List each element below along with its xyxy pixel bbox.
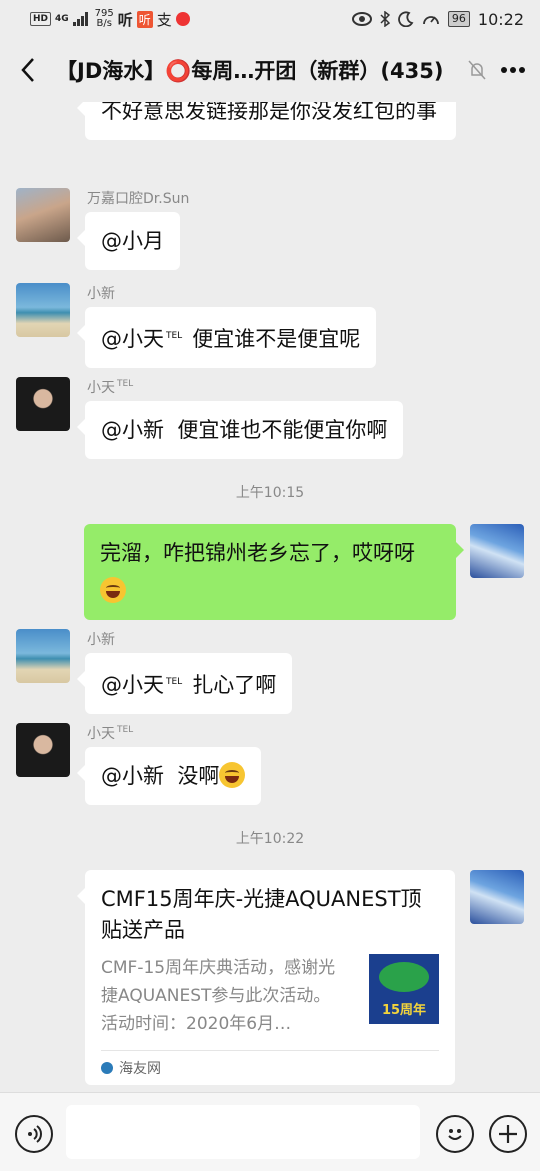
- voice-button[interactable]: [15, 1115, 53, 1153]
- message-text: 扎心了啊: [192, 673, 277, 697]
- avatar[interactable]: [470, 870, 524, 924]
- tel-superscript: TEL: [166, 331, 183, 341]
- bluetooth-icon: [380, 11, 390, 27]
- speedometer-icon: [422, 16, 439, 25]
- laughing-crying-emoji-icon: [219, 762, 246, 788]
- hd-badge: HD: [30, 12, 52, 26]
- message-bubble[interactable]: @小天 TEL 便宜谁不是便宜呢: [76, 307, 377, 368]
- chat-message-list[interactable]: 不好意思发链接那是你没发红包的事 万嘉口腔Dr.Sun @小月 小新 @小天 TE…: [0, 102, 540, 1092]
- tel-superscript: TEL: [166, 677, 183, 687]
- plus-icon: [499, 1125, 517, 1143]
- chat-title: 【JD海水】⭕每周…开团（新群）(435): [56, 59, 444, 83]
- message-bubble[interactable]: @小月: [77, 212, 180, 270]
- back-button[interactable]: [0, 38, 56, 102]
- avatar[interactable]: [16, 723, 70, 777]
- timestamp: 上午10:15: [235, 485, 305, 501]
- message-input[interactable]: [66, 1105, 420, 1159]
- more-button[interactable]: [489, 1115, 527, 1153]
- listen-red-icon: 听: [136, 10, 153, 28]
- avatar[interactable]: [16, 283, 70, 337]
- record-icon: [175, 12, 190, 26]
- source-logo-icon: [101, 1062, 113, 1074]
- message-bubble[interactable]: @小新 没啊: [76, 747, 262, 805]
- voice-icon: [28, 1125, 42, 1143]
- signal-label: 4G: [55, 14, 69, 24]
- message-bubble[interactable]: 完溜，咋把锦州老乡忘了，哎呀呀: [84, 524, 464, 620]
- timestamp: 上午10:22: [235, 831, 305, 847]
- card-thumbnail: 15周年: [369, 954, 439, 1024]
- message-text: 便宜谁不是便宜呢: [192, 327, 361, 351]
- eye-icon: [351, 12, 372, 26]
- sender-name: 小新: [87, 632, 115, 648]
- network-speed: 795 B/s: [94, 8, 114, 29]
- avatar[interactable]: [16, 188, 70, 242]
- chat-header: 【JD海水】⭕每周…开团（新群）(435): [0, 38, 540, 102]
- input-bar: [0, 1092, 540, 1171]
- sender-name: 小天 TEL: [87, 379, 134, 396]
- link-card[interactable]: CMF15周年庆-光捷AQUANEST顶贴送产品 CMF-15周年庆典活动，感谢…: [77, 870, 455, 1085]
- sender-name: 万嘉口腔Dr.Sun: [87, 191, 190, 207]
- emoji-button[interactable]: [436, 1115, 474, 1153]
- message-text: @小新 没啊: [101, 764, 220, 788]
- status-bar: HD 4G 795 B/s 听 听 支 96 10:22: [0, 0, 540, 38]
- clock: 10:22: [477, 9, 524, 29]
- message-bubble[interactable]: @小天 TEL 扎心了啊: [76, 653, 293, 714]
- card-source: 海友网: [101, 1050, 439, 1085]
- card-description: CMF-15周年庆典活动，感谢光捷AQUANEST参与此次活动。活动时间：202…: [101, 958, 336, 1034]
- moon-icon: [398, 11, 414, 27]
- more-options-icon[interactable]: [500, 66, 526, 74]
- battery-indicator: 96: [447, 11, 470, 27]
- laughing-crying-emoji-icon: [100, 577, 126, 603]
- listen-app-icon: 听: [117, 10, 133, 29]
- back-arrow-icon: [21, 58, 34, 82]
- signal-icon: [72, 12, 88, 26]
- message-bubble[interactable]: @小新 便宜谁也不能便宜你啊: [76, 401, 404, 459]
- smiley-icon: [448, 1129, 462, 1140]
- avatar[interactable]: [16, 377, 70, 431]
- avatar[interactable]: [16, 629, 70, 683]
- card-title: CMF15周年庆-光捷AQUANEST顶贴送产品: [101, 887, 422, 942]
- alipay-icon: 支: [156, 10, 172, 29]
- message-bubble[interactable]: 不好意思发链接那是你没发红包的事: [77, 102, 456, 140]
- fish-logo-icon: [379, 962, 429, 992]
- thumb-text: 15周年: [381, 1003, 427, 1018]
- sender-name: 小天 TEL: [87, 725, 134, 742]
- message-text: 完溜，咋把锦州老乡忘了，哎呀呀: [100, 541, 415, 565]
- mention-text: @小天: [101, 673, 164, 697]
- mute-bell-icon: [468, 60, 486, 80]
- mention-text: @小天: [101, 327, 164, 351]
- sender-name: 小新: [87, 286, 115, 302]
- avatar[interactable]: [470, 524, 524, 578]
